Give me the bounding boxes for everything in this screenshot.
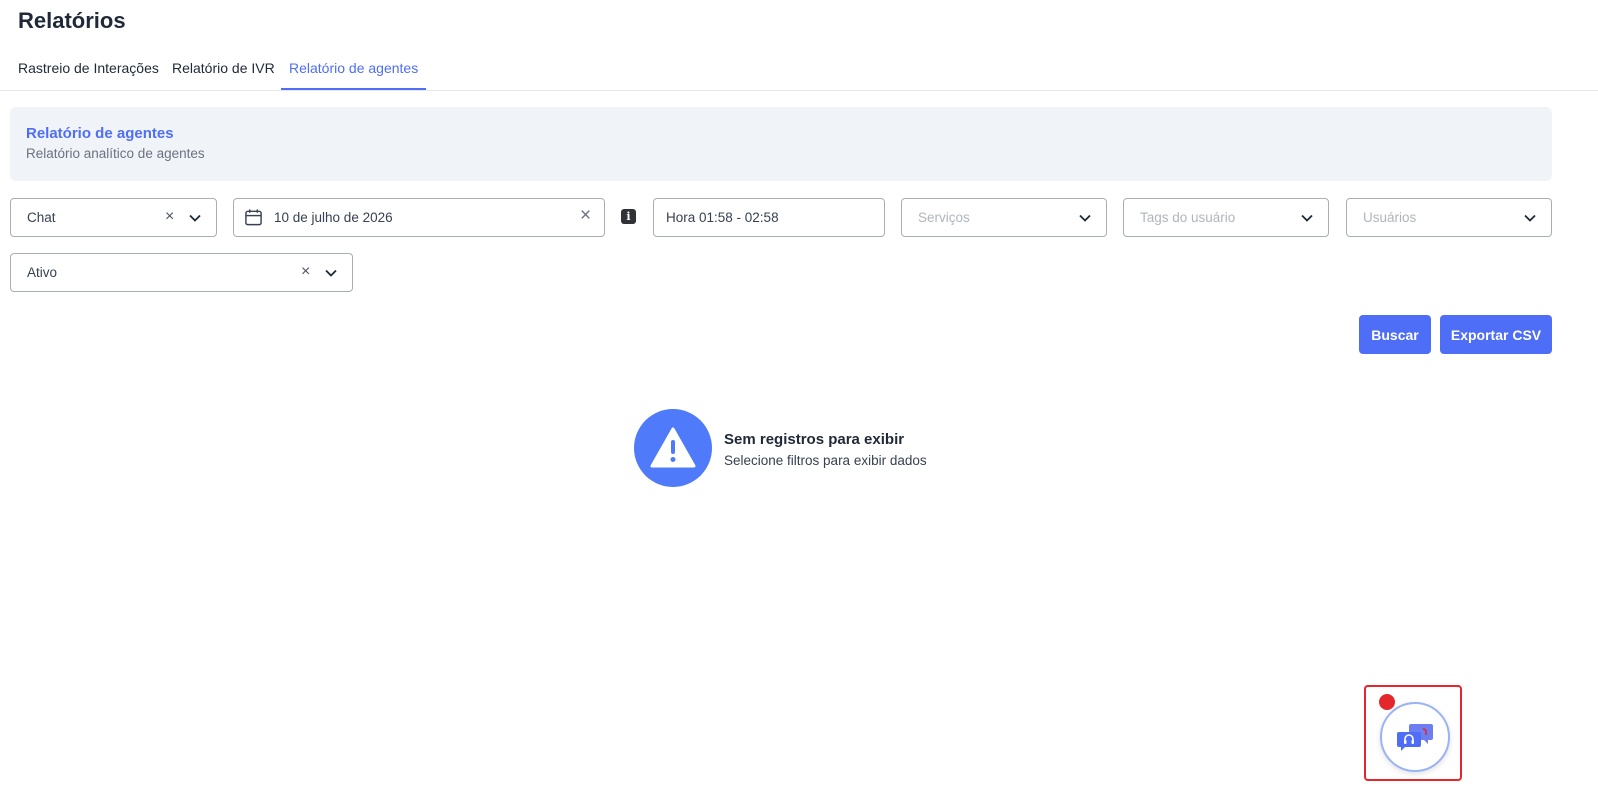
- export-csv-button[interactable]: Exportar CSV: [1440, 315, 1552, 354]
- time-range-input[interactable]: Hora 01:58 - 02:58: [653, 198, 885, 237]
- tab-bar: Rastreio de Interações Relatório de IVR …: [0, 48, 1598, 91]
- chevron-down-icon[interactable]: [1300, 211, 1314, 225]
- date-picker-value: 10 de julho de 2026: [274, 210, 393, 225]
- date-picker[interactable]: 10 de julho de 2026 ×: [233, 198, 605, 237]
- empty-state-title: Sem registros para exibir: [724, 431, 905, 448]
- chat-support-button[interactable]: [1380, 702, 1450, 772]
- info-icon[interactable]: i: [621, 209, 636, 224]
- time-range-value: Hora 01:58 - 02:58: [666, 210, 779, 225]
- clear-date-icon[interactable]: ×: [580, 205, 591, 227]
- clear-icon[interactable]: ×: [165, 208, 174, 226]
- notification-dot: [1379, 694, 1395, 710]
- users-select[interactable]: Usuários: [1346, 198, 1552, 237]
- services-select[interactable]: Serviços: [901, 198, 1107, 237]
- chat-support-icon: [1397, 724, 1433, 751]
- tab-rastreio-de-interacoes[interactable]: Rastreio de Interações: [18, 60, 159, 90]
- user-tags-select[interactable]: Tags do usuário: [1123, 198, 1329, 237]
- status-select-value: Ativo: [27, 265, 58, 280]
- tab-relatorio-de-agentes[interactable]: Relatório de agentes: [280, 60, 427, 90]
- channel-select[interactable]: Chat ×: [10, 198, 217, 237]
- report-title: Relatório de agentes: [26, 125, 174, 142]
- tab-relatorio-de-ivr[interactable]: Relatório de IVR: [172, 60, 275, 90]
- report-subtitle: Relatório analítico de agentes: [26, 146, 205, 161]
- calendar-icon: [245, 209, 262, 226]
- chevron-down-icon[interactable]: [1078, 211, 1092, 225]
- page-title: Relatórios: [18, 8, 126, 33]
- user-tags-placeholder: Tags do usuário: [1140, 210, 1236, 225]
- chevron-down-icon[interactable]: [324, 266, 338, 280]
- report-header-banner: Relatório de agentes Relatório analítico…: [10, 107, 1552, 181]
- users-placeholder: Usuários: [1363, 210, 1417, 225]
- search-button[interactable]: Buscar: [1359, 315, 1431, 354]
- clear-icon[interactable]: ×: [301, 263, 310, 281]
- chevron-down-icon[interactable]: [188, 211, 202, 225]
- empty-state-subtitle: Selecione filtros para exibir dados: [724, 453, 927, 468]
- chevron-down-icon[interactable]: [1523, 211, 1537, 225]
- services-placeholder: Serviços: [918, 210, 970, 225]
- status-select[interactable]: Ativo ×: [10, 253, 353, 292]
- warning-icon: [634, 409, 712, 487]
- channel-select-value: Chat: [27, 210, 56, 225]
